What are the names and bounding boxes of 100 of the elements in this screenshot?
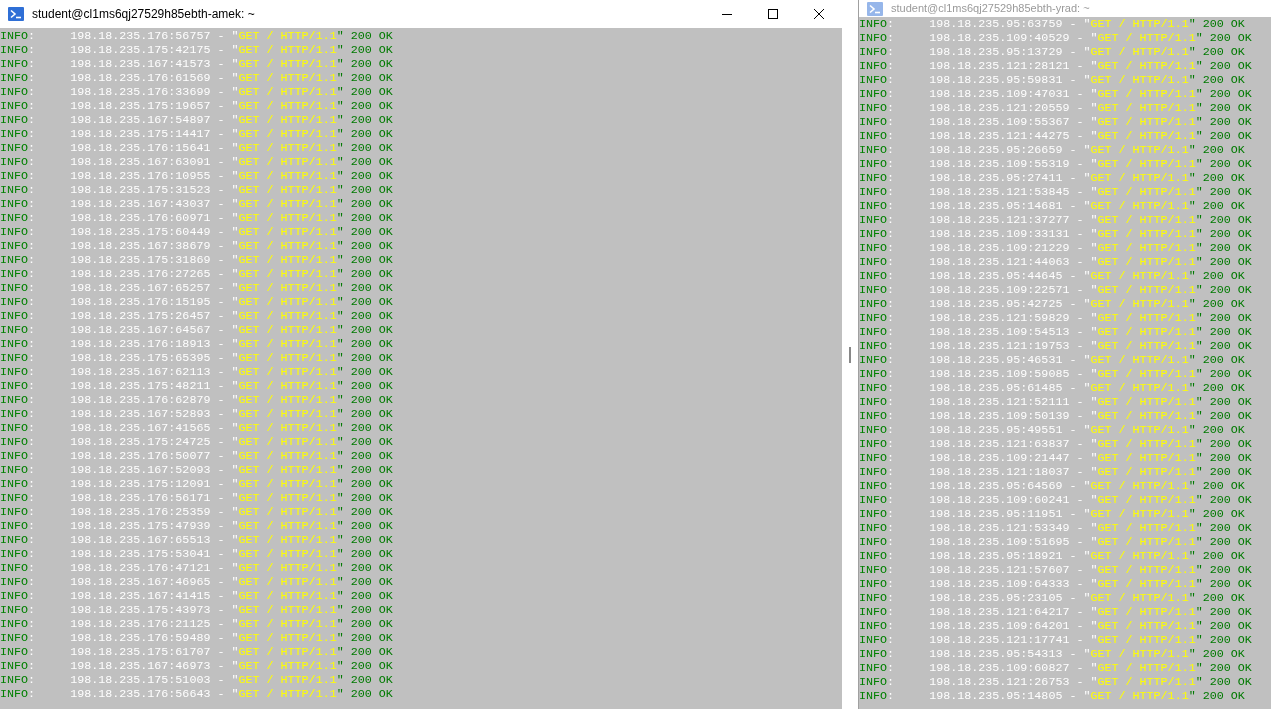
window-title: student@cl1ms6qj27529h85ebth-yrad: ~ (891, 1, 1090, 17)
log-line: INFO: 198.18.235.176:61569 - "GET / HTTP/1.1" 200 OK (0, 71, 394, 85)
log-line: INFO: 198.18.235.121:44275 - "GET / HTTP/1.1" 200 OK (859, 129, 1253, 143)
log-line: INFO: 198.18.235.95:61485 - "GET / HTTP/1.1" 200 OK (859, 381, 1246, 395)
log-line: INFO: 198.18.235.175:65395 - "GET / HTTP/1.1" 200 OK (0, 351, 394, 365)
log-line: INFO: 198.18.235.109:60827 - "GET / HTTP/1.1" 200 OK (859, 661, 1253, 675)
log-line: INFO: 198.18.235.176:56643 - "GET / HTTP/1.1" 200 OK (0, 687, 394, 701)
maximize-icon (768, 9, 778, 19)
log-line: INFO: 198.18.235.109:47031 - "GET / HTTP/1.1" 200 OK (859, 87, 1253, 101)
log-line: INFO: 198.18.235.176:56757 - "GET / HTTP/1.1" 200 OK (0, 29, 394, 43)
log-line: INFO: 198.18.235.121:28121 - "GET / HTTP/1.1" 200 OK (859, 59, 1253, 73)
log-line: INFO: 198.18.235.109:21447 - "GET / HTTP/1.1" 200 OK (859, 451, 1253, 465)
log-line: INFO: 198.18.235.167:38679 - "GET / HTTP/1.1" 200 OK (0, 239, 394, 253)
log-line: INFO: 198.18.235.175:47939 - "GET / HTTP/1.1" 200 OK (0, 519, 394, 533)
log-line: INFO: 198.18.235.121:59829 - "GET / HTTP/1.1" 200 OK (859, 311, 1253, 325)
log-line: INFO: 198.18.235.121:57607 - "GET / HTTP/1.1" 200 OK (859, 563, 1253, 577)
log-line: INFO: 198.18.235.176:10955 - "GET / HTTP/1.1" 200 OK (0, 169, 394, 183)
log-line: INFO: 198.18.235.176:59489 - "GET / HTTP/1.1" 200 OK (0, 631, 394, 645)
minimize-icon (722, 13, 732, 15)
log-line: INFO: 198.18.235.176:62879 - "GET / HTTP/1.1" 200 OK (0, 393, 394, 407)
log-line: INFO: 198.18.235.95:18921 - "GET / HTTP/1.1" 200 OK (859, 549, 1246, 563)
close-icon (814, 9, 824, 19)
log-line: INFO: 198.18.235.121:63837 - "GET / HTTP/1.1" 200 OK (859, 437, 1253, 451)
log-line: INFO: 198.18.235.109:55319 - "GET / HTTP/1.1" 200 OK (859, 157, 1253, 171)
log-line: INFO: 198.18.235.175:14417 - "GET / HTTP/1.1" 200 OK (0, 127, 394, 141)
log-line: INFO: 198.18.235.175:24725 - "GET / HTTP/1.1" 200 OK (0, 435, 394, 449)
log-line: INFO: 198.18.235.176:50077 - "GET / HTTP/1.1" 200 OK (0, 449, 394, 463)
log-line: INFO: 198.18.235.109:54513 - "GET / HTTP/1.1" 200 OK (859, 325, 1253, 339)
log-line: INFO: 198.18.235.121:17741 - "GET / HTTP/1.1" 200 OK (859, 633, 1253, 647)
log-line: INFO: 198.18.235.95:49551 - "GET / HTTP/1.1" 200 OK (859, 423, 1246, 437)
log-line: INFO: 198.18.235.109:22571 - "GET / HTTP/1.1" 200 OK (859, 283, 1253, 297)
log-line: INFO: 198.18.235.109:64333 - "GET / HTTP/1.1" 200 OK (859, 577, 1253, 591)
log-line: INFO: 198.18.235.109:64201 - "GET / HTTP/1.1" 200 OK (859, 619, 1253, 633)
log-line: INFO: 198.18.235.95:23105 - "GET / HTTP/1.1" 200 OK (859, 591, 1246, 605)
log-line: INFO: 198.18.235.95:11951 - "GET / HTTP/1.1" 200 OK (859, 507, 1246, 521)
log-line: INFO: 198.18.235.95:14805 - "GET / HTTP/1.1" 200 OK (859, 689, 1246, 703)
log-line: INFO: 198.18.235.176:27265 - "GET / HTTP/1.1" 200 OK (0, 267, 394, 281)
log-line: INFO: 198.18.235.121:19753 - "GET / HTTP/1.1" 200 OK (859, 339, 1253, 353)
log-line: INFO: 198.18.235.95:26659 - "GET / HTTP/1.1" 200 OK (859, 143, 1246, 157)
log-line: INFO: 198.18.235.109:21229 - "GET / HTTP/1.1" 200 OK (859, 241, 1253, 255)
log-line: INFO: 198.18.235.167:46973 - "GET / HTTP/1.1" 200 OK (0, 659, 394, 673)
log-line: INFO: 198.18.235.109:55367 - "GET / HTTP/1.1" 200 OK (859, 115, 1253, 129)
terminal-icon (867, 1, 883, 16)
log-line: INFO: 198.18.235.175:31869 - "GET / HTTP/1.1" 200 OK (0, 253, 394, 267)
log-line: INFO: 198.18.235.176:60971 - "GET / HTTP/1.1" 200 OK (0, 211, 394, 225)
log-line: INFO: 198.18.235.95:14681 - "GET / HTTP/1.1" 200 OK (859, 199, 1246, 213)
log-line: INFO: 198.18.235.95:64569 - "GET / HTTP/1.1" 200 OK (859, 479, 1246, 493)
log-line: INFO: 198.18.235.167:65513 - "GET / HTTP/1.1" 200 OK (0, 533, 394, 547)
log-line: INFO: 198.18.235.176:15641 - "GET / HTTP/1.1" 200 OK (0, 141, 394, 155)
log-line: INFO: 198.18.235.176:47121 - "GET / HTTP/1.1" 200 OK (0, 561, 394, 575)
log-line: INFO: 198.18.235.109:33131 - "GET / HTTP/1.1" 200 OK (859, 227, 1253, 241)
log-line: INFO: 198.18.235.121:26753 - "GET / HTTP/1.1" 200 OK (859, 675, 1253, 689)
log-line: INFO: 198.18.235.176:25359 - "GET / HTTP/1.1" 200 OK (0, 505, 394, 519)
log-line: INFO: 198.18.235.175:60449 - "GET / HTTP/1.1" 200 OK (0, 225, 394, 239)
log-line: INFO: 198.18.235.175:61707 - "GET / HTTP/1.1" 200 OK (0, 645, 394, 659)
log-line: INFO: 198.18.235.121:18037 - "GET / HTTP/1.1" 200 OK (859, 465, 1253, 479)
log-line: INFO: 198.18.235.167:41573 - "GET / HTTP/1.1" 200 OK (0, 57, 394, 71)
log-line: INFO: 198.18.235.109:60241 - "GET / HTTP/1.1" 200 OK (859, 493, 1253, 507)
log-line: INFO: 198.18.235.175:31523 - "GET / HTTP/1.1" 200 OK (0, 183, 394, 197)
log-line: INFO: 198.18.235.121:53845 - "GET / HTTP/1.1" 200 OK (859, 185, 1253, 199)
terminal-icon (8, 7, 24, 21)
log-line: INFO: 198.18.235.175:42175 - "GET / HTTP/1.1" 200 OK (0, 43, 394, 57)
log-line: INFO: 198.18.235.167:52893 - "GET / HTTP/1.1" 200 OK (0, 407, 394, 421)
log-line: INFO: 198.18.235.175:26457 - "GET / HTTP/1.1" 200 OK (0, 309, 394, 323)
log-line: INFO: 198.18.235.167:65257 - "GET / HTTP/1.1" 200 OK (0, 281, 394, 295)
log-line: INFO: 198.18.235.95:54313 - "GET / HTTP/1.1" 200 OK (859, 647, 1246, 661)
log-line: INFO: 198.18.235.121:44063 - "GET / HTTP/1.1" 200 OK (859, 255, 1253, 269)
log-line: INFO: 198.18.235.109:50139 - "GET / HTTP/1.1" 200 OK (859, 409, 1253, 423)
log-line: INFO: 198.18.235.121:64217 - "GET / HTTP/1.1" 200 OK (859, 605, 1253, 619)
log-line: INFO: 198.18.235.167:43037 - "GET / HTTP/1.1" 200 OK (0, 197, 394, 211)
log-line: INFO: 198.18.235.95:59831 - "GET / HTTP/1.1" 200 OK (859, 73, 1246, 87)
log-line: INFO: 198.18.235.167:54897 - "GET / HTTP/1.1" 200 OK (0, 113, 394, 127)
log-line: INFO: 198.18.235.121:52111 - "GET / HTTP/1.1" 200 OK (859, 395, 1253, 409)
log-line: INFO: 198.18.235.95:63759 - "GET / HTTP/1.1" 200 OK (859, 17, 1246, 31)
log-line: INFO: 198.18.235.167:46965 - "GET / HTTP/1.1" 200 OK (0, 575, 394, 589)
log-line: INFO: 198.18.235.176:21125 - "GET / HTTP/1.1" 200 OK (0, 617, 394, 631)
log-line: INFO: 198.18.235.167:41565 - "GET / HTTP/1.1" 200 OK (0, 421, 394, 435)
log-line: INFO: 198.18.235.95:42725 - "GET / HTTP/1.1" 200 OK (859, 297, 1246, 311)
log-line: INFO: 198.18.235.109:51695 - "GET / HTTP/1.1" 200 OK (859, 535, 1253, 549)
log-line: INFO: 198.18.235.176:18913 - "GET / HTTP/1.1" 200 OK (0, 337, 394, 351)
log-line: INFO: 198.18.235.95:46531 - "GET / HTTP/1.1" 200 OK (859, 353, 1246, 367)
log-line: INFO: 198.18.235.167:63091 - "GET / HTTP/1.1" 200 OK (0, 155, 394, 169)
log-line: INFO: 198.18.235.175:48211 - "GET / HTTP/1.1" 200 OK (0, 379, 394, 393)
log-line: INFO: 198.18.235.121:37277 - "GET / HTTP/1.1" 200 OK (859, 213, 1253, 227)
log-line: INFO: 198.18.235.109:59085 - "GET / HTTP/1.1" 200 OK (859, 367, 1253, 381)
log-line: INFO: 198.18.235.175:51003 - "GET / HTTP/1.1" 200 OK (0, 673, 394, 687)
log-line: INFO: 198.18.235.176:56171 - "GET / HTTP/1.1" 200 OK (0, 491, 394, 505)
log-line: INFO: 198.18.235.167:41415 - "GET / HTTP/1.1" 200 OK (0, 589, 394, 603)
log-line: INFO: 198.18.235.176:33699 - "GET / HTTP/1.1" 200 OK (0, 85, 394, 99)
log-line: INFO: 198.18.235.167:64567 - "GET / HTTP/1.1" 200 OK (0, 323, 394, 337)
log-line: INFO: 198.18.235.95:27411 - "GET / HTTP/1.1" 200 OK (859, 171, 1246, 185)
log-line: INFO: 198.18.235.109:40529 - "GET / HTTP/1.1" 200 OK (859, 31, 1253, 45)
log-line: INFO: 198.18.235.95:44645 - "GET / HTTP/1.1" 200 OK (859, 269, 1246, 283)
log-line: INFO: 198.18.235.95:13729 - "GET / HTTP/1.1" 200 OK (859, 45, 1246, 59)
window-title: student@cl1ms6qj27529h85ebth-amek: ~ (32, 6, 255, 23)
log-line: INFO: 198.18.235.167:52093 - "GET / HTTP/1.1" 200 OK (0, 463, 394, 477)
log-line: INFO: 198.18.235.167:62113 - "GET / HTTP/1.1" 200 OK (0, 365, 394, 379)
log-line: INFO: 198.18.235.176:15195 - "GET / HTTP/1.1" 200 OK (0, 295, 394, 309)
log-line: INFO: 198.18.235.175:43973 - "GET / HTTP/1.1" 200 OK (0, 603, 394, 617)
log-line: INFO: 198.18.235.175:53041 - "GET / HTTP/1.1" 200 OK (0, 547, 394, 561)
